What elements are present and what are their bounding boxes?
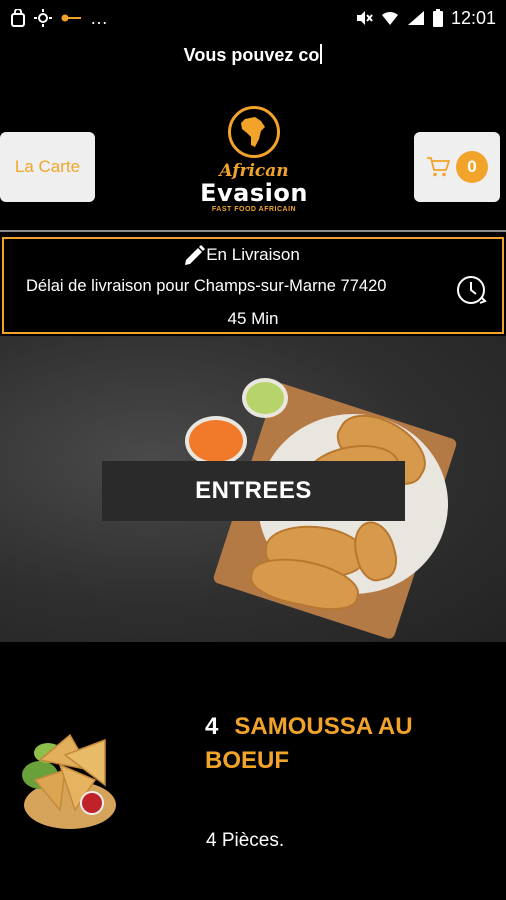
item-image[interactable]	[20, 725, 120, 830]
more-dots-icon: …	[90, 7, 108, 28]
delivery-info[interactable]: En Livraison Délai de livraison pour Cha…	[2, 237, 504, 334]
logo-brand: Evasion	[200, 179, 308, 207]
logo-tagline: FAST FOOD AFRICAIN	[211, 206, 297, 213]
status-bar: … 12:01	[0, 0, 506, 36]
delivery-mode: En Livraison	[206, 245, 300, 264]
menu-button[interactable]: La Carte	[0, 132, 95, 202]
header-divider	[0, 230, 506, 232]
app-header: La Carte African Evasion FAST FOOD AFRIC…	[0, 100, 506, 230]
wifi-icon	[381, 11, 398, 25]
bag-icon	[11, 9, 25, 27]
section-title[interactable]: ENTREES	[102, 461, 405, 521]
status-time: 12:01	[450, 7, 496, 28]
brand-logo: African Evasion FAST FOOD AFRICAIN	[200, 106, 308, 230]
cart-button[interactable]: 0	[414, 132, 500, 202]
info-marquee: Vous pouvez co	[0, 44, 506, 66]
item-description: 4 Pièces.	[206, 830, 285, 851]
logo-script: African	[219, 161, 289, 181]
cart-count-badge: 0	[456, 151, 488, 183]
battery-icon	[432, 9, 443, 27]
mute-icon	[356, 11, 373, 25]
delivery-time: 45 Min	[227, 309, 279, 328]
item-title[interactable]: 4 SAMOUSSA AU BOEUF	[205, 710, 485, 778]
cart-icon	[427, 157, 450, 177]
item-name: SAMOUSSA AU BOEUF	[205, 713, 413, 774]
status-system: 12:01	[355, 8, 496, 29]
category-banner[interactable]: ENTREES	[0, 336, 506, 642]
delivery-location: Délai de livraison pour Champs-sur-Marne…	[26, 277, 387, 295]
africa-globe-icon	[228, 106, 280, 158]
banner-herb-bowl	[242, 378, 288, 418]
sun-icon	[34, 9, 52, 27]
item-number: 4	[205, 713, 219, 740]
key-icon	[61, 14, 81, 22]
signal-icon	[407, 11, 424, 25]
text-caret	[320, 44, 323, 64]
marquee-text: Vous pouvez co	[183, 45, 320, 65]
banner-sauce-bowl	[185, 416, 247, 466]
status-notifications: …	[10, 8, 108, 29]
clock-icon	[457, 276, 487, 304]
